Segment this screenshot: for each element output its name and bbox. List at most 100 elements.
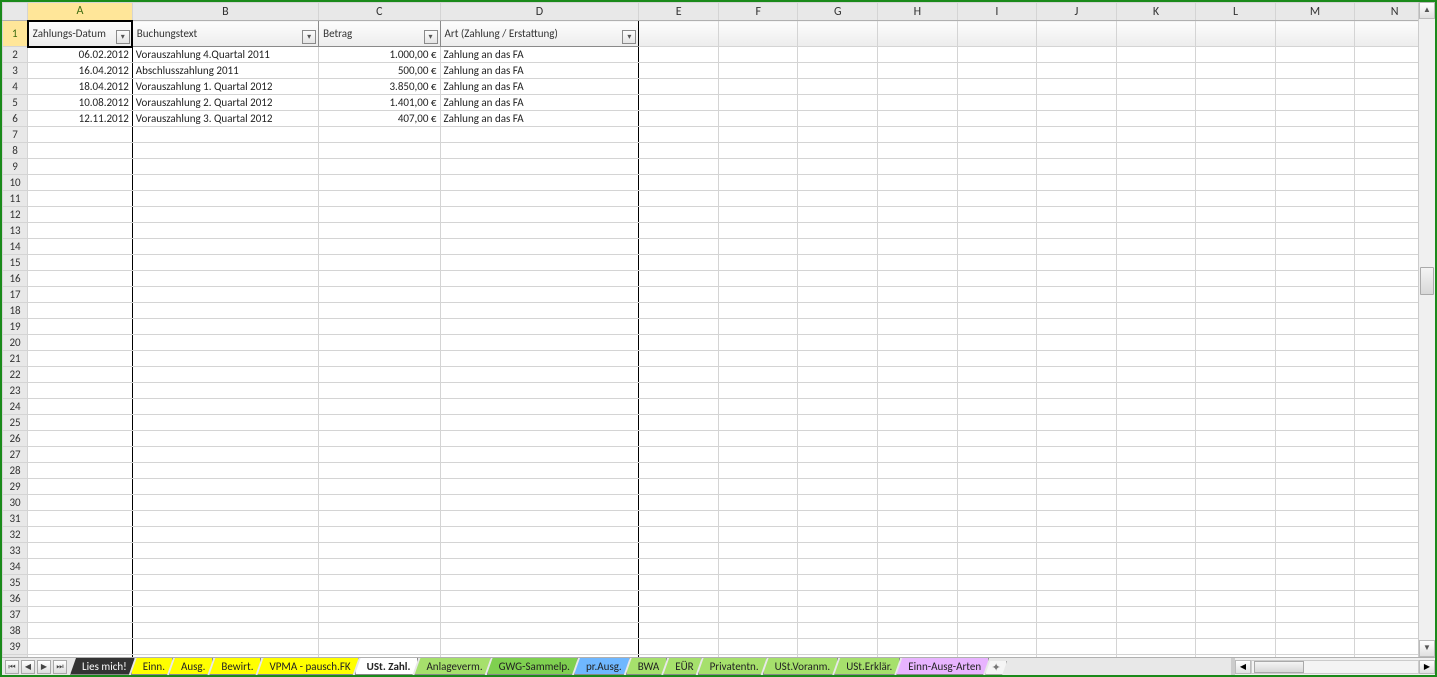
- row-header-34[interactable]: 34: [3, 559, 28, 575]
- cell-E10[interactable]: [639, 175, 719, 191]
- cell-J3[interactable]: [1037, 63, 1117, 79]
- cell-H9[interactable]: [878, 159, 958, 175]
- cell-M10[interactable]: [1275, 175, 1355, 191]
- cell-E29[interactable]: [639, 479, 719, 495]
- header-cell-D[interactable]: Art (Zahlung / Erstattung)▾: [440, 21, 639, 47]
- cell-G11[interactable]: [798, 191, 878, 207]
- cell-C40[interactable]: [319, 655, 440, 658]
- cell-A8[interactable]: [28, 143, 133, 159]
- cell-B3[interactable]: Abschlusszahlung 2011: [132, 63, 318, 79]
- cell-H23[interactable]: [878, 383, 958, 399]
- scroll-down-button[interactable]: ▼: [1419, 640, 1435, 657]
- cell-K10[interactable]: [1116, 175, 1196, 191]
- cell-F29[interactable]: [718, 479, 798, 495]
- cell-F14[interactable]: [718, 239, 798, 255]
- sheet-tab[interactable]: Einn.: [131, 658, 173, 675]
- cell-B29[interactable]: [132, 479, 318, 495]
- cell-C33[interactable]: [319, 543, 440, 559]
- cell-M14[interactable]: [1275, 239, 1355, 255]
- cell-L29[interactable]: [1196, 479, 1276, 495]
- cell-E4[interactable]: [639, 79, 719, 95]
- row-header-24[interactable]: 24: [3, 399, 28, 415]
- cell-I8[interactable]: [957, 143, 1037, 159]
- cell-L23[interactable]: [1196, 383, 1276, 399]
- cell-L22[interactable]: [1196, 367, 1276, 383]
- cell-E2[interactable]: [639, 47, 719, 63]
- cell-A19[interactable]: [28, 319, 133, 335]
- cell-D5[interactable]: Zahlung an das FA: [440, 95, 639, 111]
- row-header-21[interactable]: 21: [3, 351, 28, 367]
- cell-G19[interactable]: [798, 319, 878, 335]
- cell-B13[interactable]: [132, 223, 318, 239]
- row-header-36[interactable]: 36: [3, 591, 28, 607]
- cell-I17[interactable]: [957, 287, 1037, 303]
- row-header-38[interactable]: 38: [3, 623, 28, 639]
- cell-C37[interactable]: [319, 607, 440, 623]
- cell-G31[interactable]: [798, 511, 878, 527]
- cell-F9[interactable]: [718, 159, 798, 175]
- cell-F40[interactable]: [718, 655, 798, 658]
- cell-G35[interactable]: [798, 575, 878, 591]
- cell-A34[interactable]: [28, 559, 133, 575]
- cell-M9[interactable]: [1275, 159, 1355, 175]
- row-header-19[interactable]: 19: [3, 319, 28, 335]
- cell-E30[interactable]: [639, 495, 719, 511]
- cell-H6[interactable]: [878, 111, 958, 127]
- vertical-scrollbar[interactable]: ▲ ▼: [1418, 2, 1435, 657]
- cell-M26[interactable]: [1275, 431, 1355, 447]
- cell-D3[interactable]: Zahlung an das FA: [440, 63, 639, 79]
- cell-E36[interactable]: [639, 591, 719, 607]
- cell-L11[interactable]: [1196, 191, 1276, 207]
- cell-D39[interactable]: [440, 639, 639, 655]
- header-cell-K[interactable]: [1116, 21, 1196, 47]
- cell-E8[interactable]: [639, 143, 719, 159]
- cell-F39[interactable]: [718, 639, 798, 655]
- cell-E22[interactable]: [639, 367, 719, 383]
- cell-L32[interactable]: [1196, 527, 1276, 543]
- cell-J9[interactable]: [1037, 159, 1117, 175]
- cell-B22[interactable]: [132, 367, 318, 383]
- header-cell-M[interactable]: [1275, 21, 1355, 47]
- cell-B14[interactable]: [132, 239, 318, 255]
- cell-F17[interactable]: [718, 287, 798, 303]
- cell-F13[interactable]: [718, 223, 798, 239]
- cell-J26[interactable]: [1037, 431, 1117, 447]
- cell-C3[interactable]: 500,00 €: [319, 63, 440, 79]
- column-header-E[interactable]: E: [639, 3, 719, 21]
- cell-I26[interactable]: [957, 431, 1037, 447]
- cell-D2[interactable]: Zahlung an das FA: [440, 47, 639, 63]
- cell-L39[interactable]: [1196, 639, 1276, 655]
- cell-C17[interactable]: [319, 287, 440, 303]
- cell-D38[interactable]: [440, 623, 639, 639]
- cell-J10[interactable]: [1037, 175, 1117, 191]
- cell-M35[interactable]: [1275, 575, 1355, 591]
- cell-A37[interactable]: [28, 607, 133, 623]
- cell-E38[interactable]: [639, 623, 719, 639]
- cell-M8[interactable]: [1275, 143, 1355, 159]
- cell-D7[interactable]: [440, 127, 639, 143]
- cell-I36[interactable]: [957, 591, 1037, 607]
- cell-F27[interactable]: [718, 447, 798, 463]
- cell-C21[interactable]: [319, 351, 440, 367]
- header-cell-E[interactable]: [639, 21, 719, 47]
- cell-F4[interactable]: [718, 79, 798, 95]
- header-cell-F[interactable]: [718, 21, 798, 47]
- cell-M3[interactable]: [1275, 63, 1355, 79]
- header-cell-L[interactable]: [1196, 21, 1276, 47]
- row-header-35[interactable]: 35: [3, 575, 28, 591]
- cell-G40[interactable]: [798, 655, 878, 658]
- cell-C11[interactable]: [319, 191, 440, 207]
- cell-G30[interactable]: [798, 495, 878, 511]
- cell-L31[interactable]: [1196, 511, 1276, 527]
- cell-B30[interactable]: [132, 495, 318, 511]
- row-header-16[interactable]: 16: [3, 271, 28, 287]
- cell-B23[interactable]: [132, 383, 318, 399]
- cell-G22[interactable]: [798, 367, 878, 383]
- row-header-4[interactable]: 4: [3, 79, 28, 95]
- cell-A13[interactable]: [28, 223, 133, 239]
- cell-K24[interactable]: [1116, 399, 1196, 415]
- cell-F5[interactable]: [718, 95, 798, 111]
- cell-F22[interactable]: [718, 367, 798, 383]
- cell-B20[interactable]: [132, 335, 318, 351]
- cell-G12[interactable]: [798, 207, 878, 223]
